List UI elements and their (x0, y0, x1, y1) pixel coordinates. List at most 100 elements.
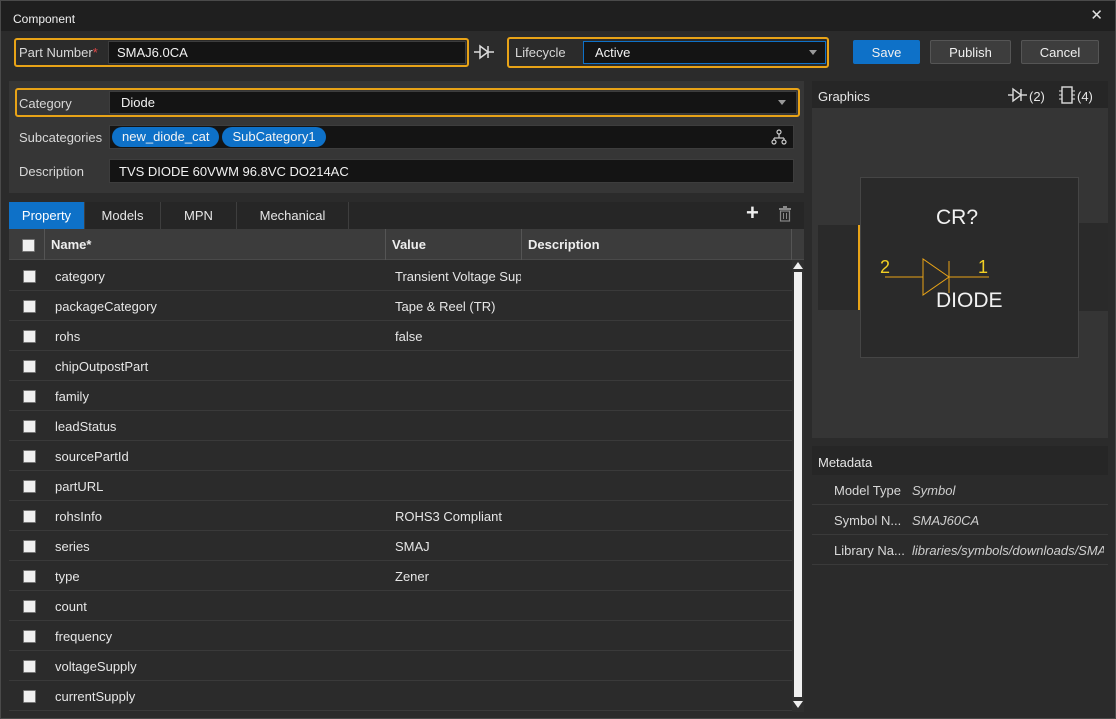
tab-bar: Property Models MPN Mechanical + (9, 201, 804, 229)
row-checkbox[interactable] (23, 330, 36, 343)
row-checkbox[interactable] (23, 270, 36, 283)
property-name: count (55, 598, 87, 614)
table-row[interactable]: partURL (9, 471, 796, 501)
description-value: TVS DIODE 60VWM 96.8VC DO214AC (119, 163, 349, 179)
row-checkbox[interactable] (23, 570, 36, 583)
table-row[interactable]: leadStatus (9, 411, 796, 441)
category-label: Category (19, 96, 72, 111)
subcategories-field[interactable]: new_diode_cat SubCategory1 (109, 125, 794, 149)
row-checkbox[interactable] (23, 690, 36, 703)
tab-property[interactable]: Property (9, 202, 85, 229)
property-name: leadStatus (55, 418, 117, 434)
property-name: type (55, 568, 80, 584)
property-value (395, 381, 521, 411)
row-checkbox[interactable] (23, 660, 36, 673)
table-row[interactable]: rohsInfo ROHS3 Compliant (9, 501, 796, 531)
lifecycle-value: Active (595, 45, 631, 60)
table-row[interactable]: currentSupply (9, 681, 796, 711)
row-checkbox[interactable] (23, 360, 36, 373)
publish-button[interactable]: Publish (930, 40, 1011, 64)
row-checkbox[interactable] (23, 600, 36, 613)
table-row[interactable]: category Transient Voltage Suppressors (9, 261, 796, 291)
part-number-input[interactable]: SMAJ6.0CA (108, 41, 466, 64)
table-row[interactable]: sourcePartId (9, 441, 796, 471)
property-value (395, 651, 521, 681)
table-row[interactable]: rohs false (9, 321, 796, 351)
tab-models[interactable]: Models (85, 202, 161, 229)
row-checkbox[interactable] (23, 630, 36, 643)
add-icon[interactable]: + (746, 201, 759, 225)
tab-mechanical[interactable]: Mechanical (237, 202, 349, 229)
category-select[interactable]: Diode (109, 91, 797, 114)
category-value: Diode (121, 95, 155, 110)
table-row[interactable]: family (9, 381, 796, 411)
property-value (395, 471, 521, 501)
subcategories-label: Subcategories (19, 130, 103, 145)
property-value (395, 411, 521, 441)
property-name: rohsInfo (55, 508, 102, 524)
column-header-description[interactable]: Description (522, 229, 792, 260)
property-table: Name* Value Description category Transien… (9, 229, 804, 712)
row-checkbox[interactable] (23, 300, 36, 313)
cancel-button[interactable]: Cancel (1021, 40, 1099, 64)
trash-icon[interactable] (778, 206, 792, 222)
graphics-title: Graphics (818, 89, 871, 104)
table-row[interactable]: packageCategory Tape & Reel (TR) (9, 291, 796, 321)
property-name: series (55, 538, 90, 554)
row-checkbox[interactable] (23, 510, 36, 523)
table-row[interactable]: type Zener (9, 561, 796, 591)
property-name: family (55, 388, 89, 404)
diode-symbol-icon[interactable] (473, 43, 495, 61)
symbol-icon[interactable] (1008, 87, 1028, 103)
row-checkbox[interactable] (23, 540, 36, 553)
graphics-panel: Graphics (2) (4) CR? 2 1 DIODE (812, 81, 1108, 460)
scroll-thumb[interactable] (794, 272, 802, 697)
property-value (395, 591, 521, 621)
metadata-key: Symbol N... (834, 512, 902, 528)
property-value (395, 681, 521, 711)
close-icon[interactable]: ✕ (1090, 6, 1103, 24)
description-input[interactable]: TVS DIODE 60VWM 96.8VC DO214AC (109, 159, 794, 183)
property-value (395, 621, 521, 651)
component-window: Component ✕ Part Number* SMAJ6.0CA Lifec… (0, 0, 1116, 719)
lifecycle-select[interactable]: Active (583, 41, 826, 64)
symbol-preview[interactable]: CR? 2 1 DIODE (860, 177, 1079, 358)
required-mark: * (92, 45, 98, 60)
save-button[interactable]: Save (853, 40, 920, 64)
metadata-key: Library Na... (834, 542, 905, 558)
property-name: partURL (55, 478, 104, 494)
graphics-header: Graphics (2) (4) (812, 81, 1108, 108)
previous-preview[interactable] (818, 225, 860, 310)
title-bar: Component ✕ (1, 1, 1115, 31)
footprint-icon[interactable] (1058, 86, 1076, 104)
table-row[interactable]: count (9, 591, 796, 621)
metadata-value: libraries/symbols/downloads/SMA (912, 542, 1104, 558)
hierarchy-icon[interactable] (771, 129, 787, 145)
metadata-row: Model Type Symbol (812, 475, 1108, 505)
next-preview[interactable] (1079, 223, 1108, 311)
table-row[interactable]: series SMAJ (9, 531, 796, 561)
chevron-down-icon (778, 100, 786, 105)
scroll-down-icon[interactable] (793, 701, 803, 708)
property-value: Tape & Reel (TR) (395, 298, 496, 314)
designator-label: CR? (936, 206, 979, 229)
table-row[interactable]: frequency (9, 621, 796, 651)
scroll-up-icon[interactable] (793, 262, 803, 269)
row-checkbox[interactable] (23, 480, 36, 493)
row-checkbox[interactable] (23, 450, 36, 463)
footprint-count: (4) (1077, 89, 1093, 104)
window-title: Component (13, 12, 76, 26)
table-row[interactable]: voltageSupply (9, 651, 796, 681)
subcategory-chip[interactable]: SubCategory1 (222, 127, 326, 147)
tab-mpn[interactable]: MPN (161, 202, 237, 229)
table-row[interactable]: chipOutpostPart (9, 351, 796, 381)
row-checkbox[interactable] (23, 420, 36, 433)
select-all-checkbox[interactable] (22, 239, 35, 252)
subcategory-chip[interactable]: new_diode_cat (112, 127, 220, 147)
metadata-key: Model Type (834, 482, 901, 498)
property-name: rohs (55, 328, 81, 344)
column-header-value[interactable]: Value (386, 229, 522, 260)
table-scrollbar[interactable] (792, 260, 804, 712)
column-header-name[interactable]: Name* (45, 229, 386, 260)
row-checkbox[interactable] (23, 390, 36, 403)
